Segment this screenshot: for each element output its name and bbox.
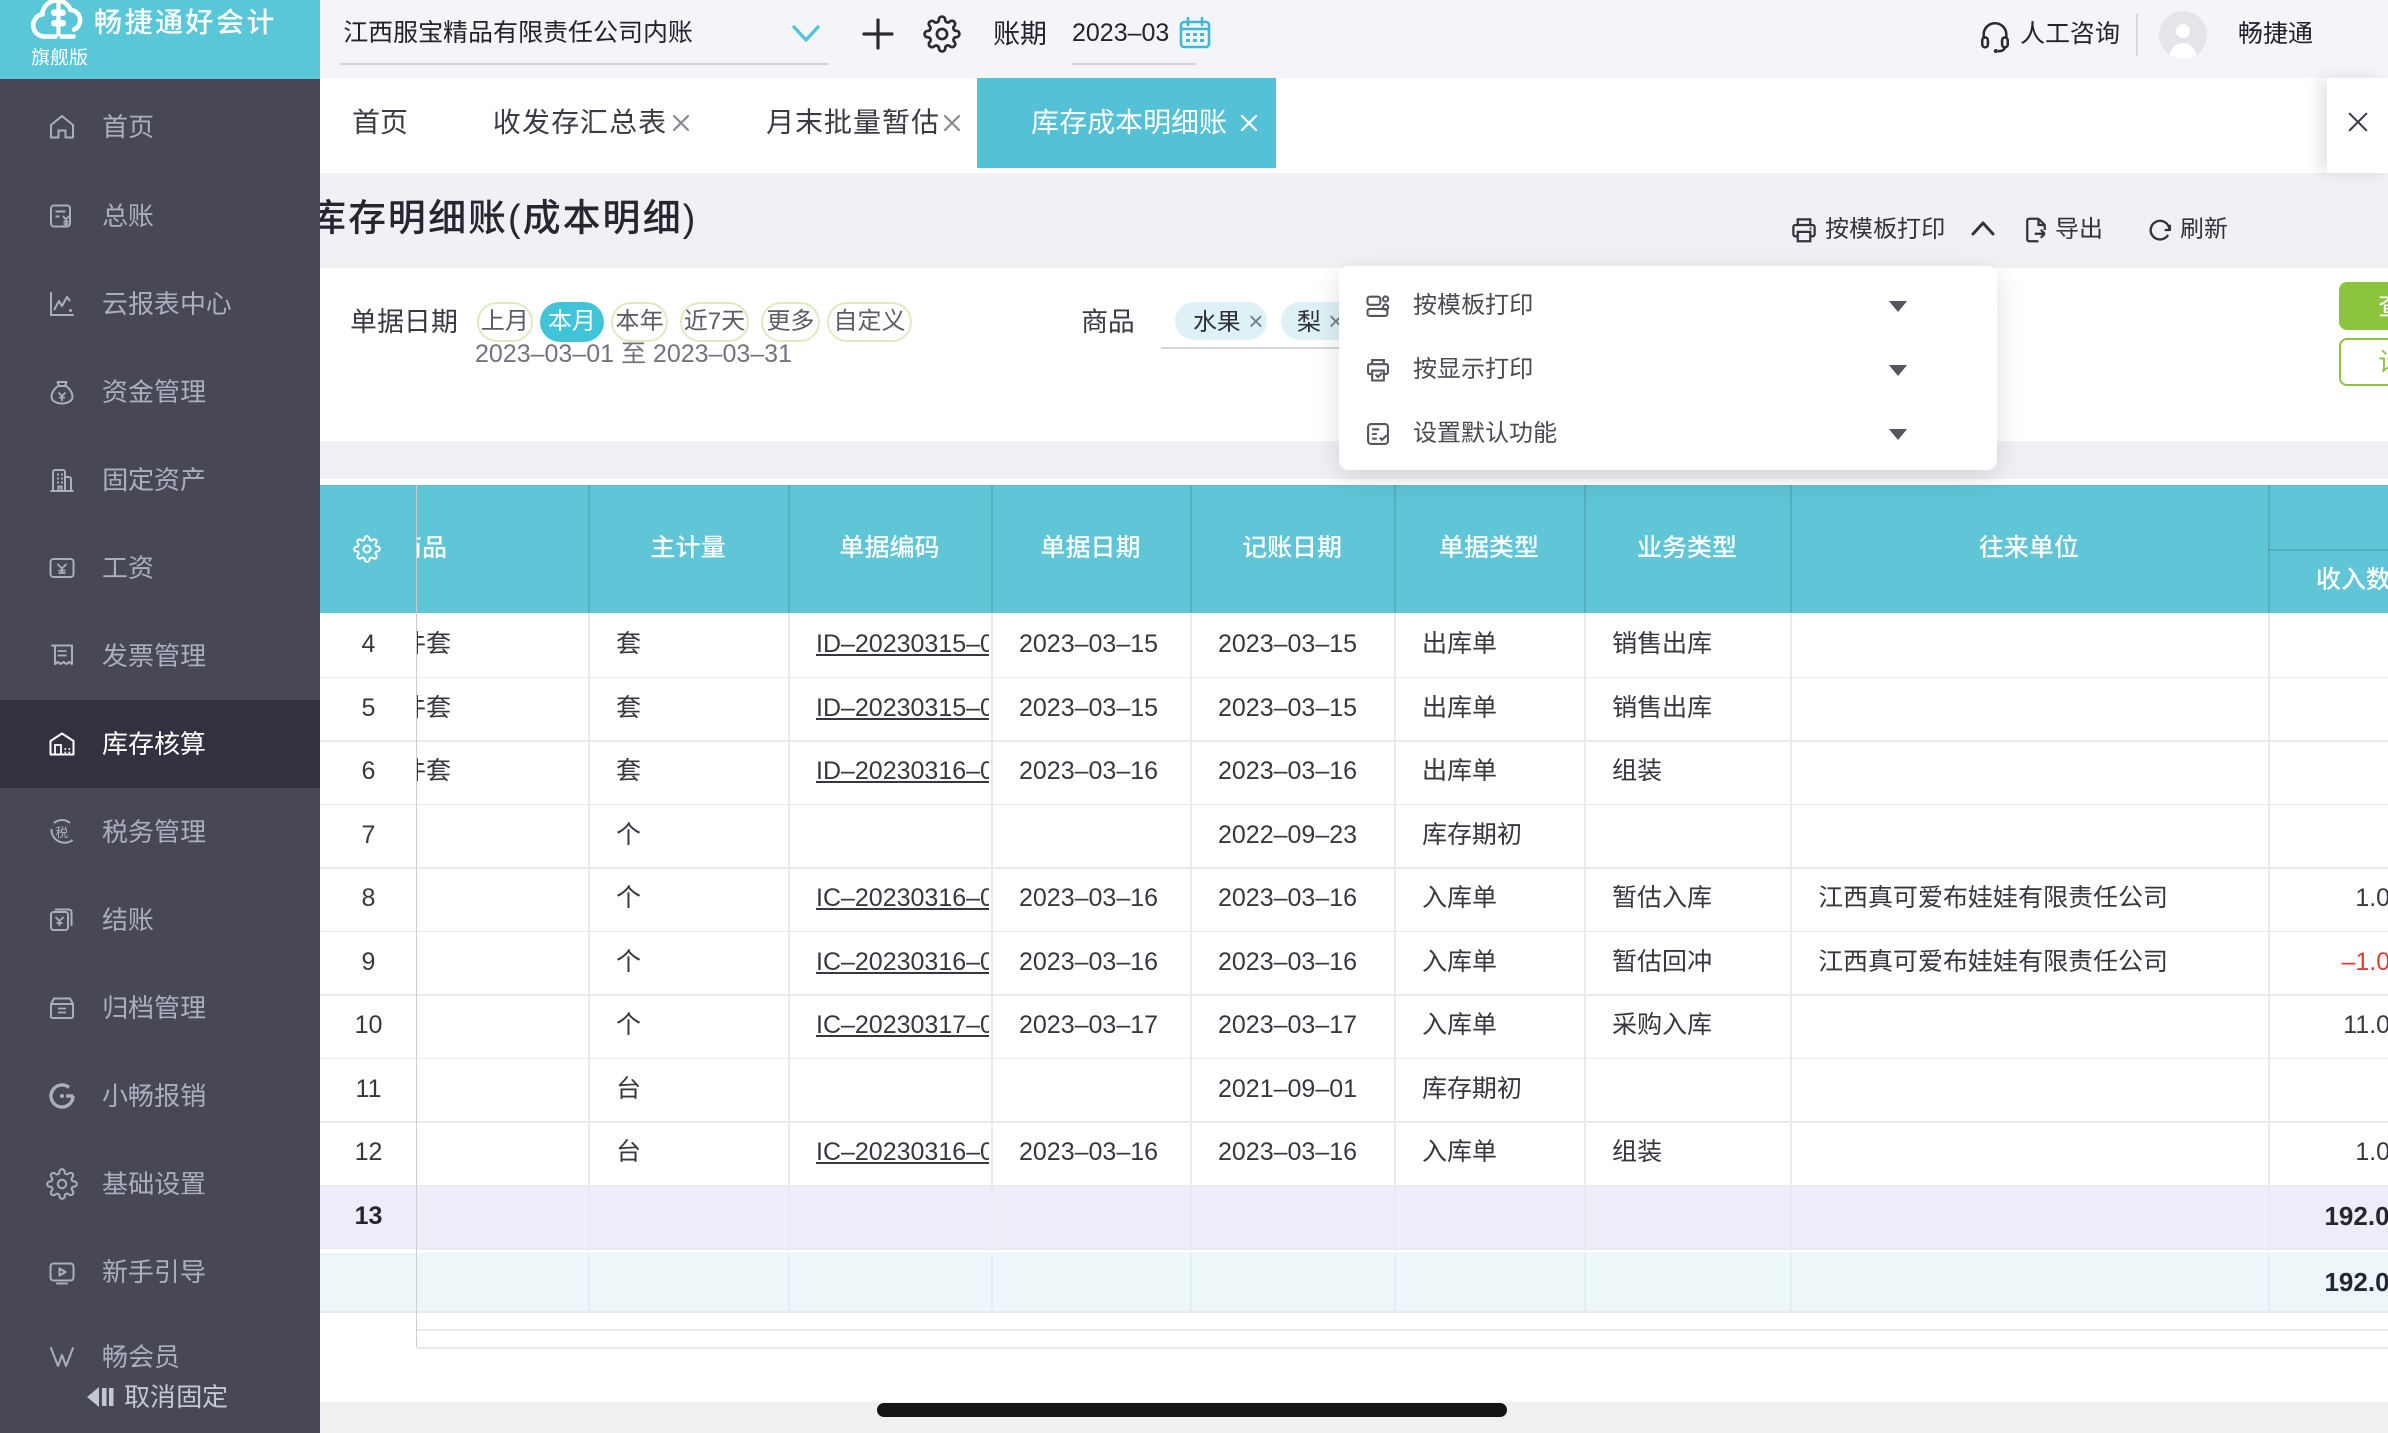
svg-text:税: 税 — [55, 822, 68, 841]
